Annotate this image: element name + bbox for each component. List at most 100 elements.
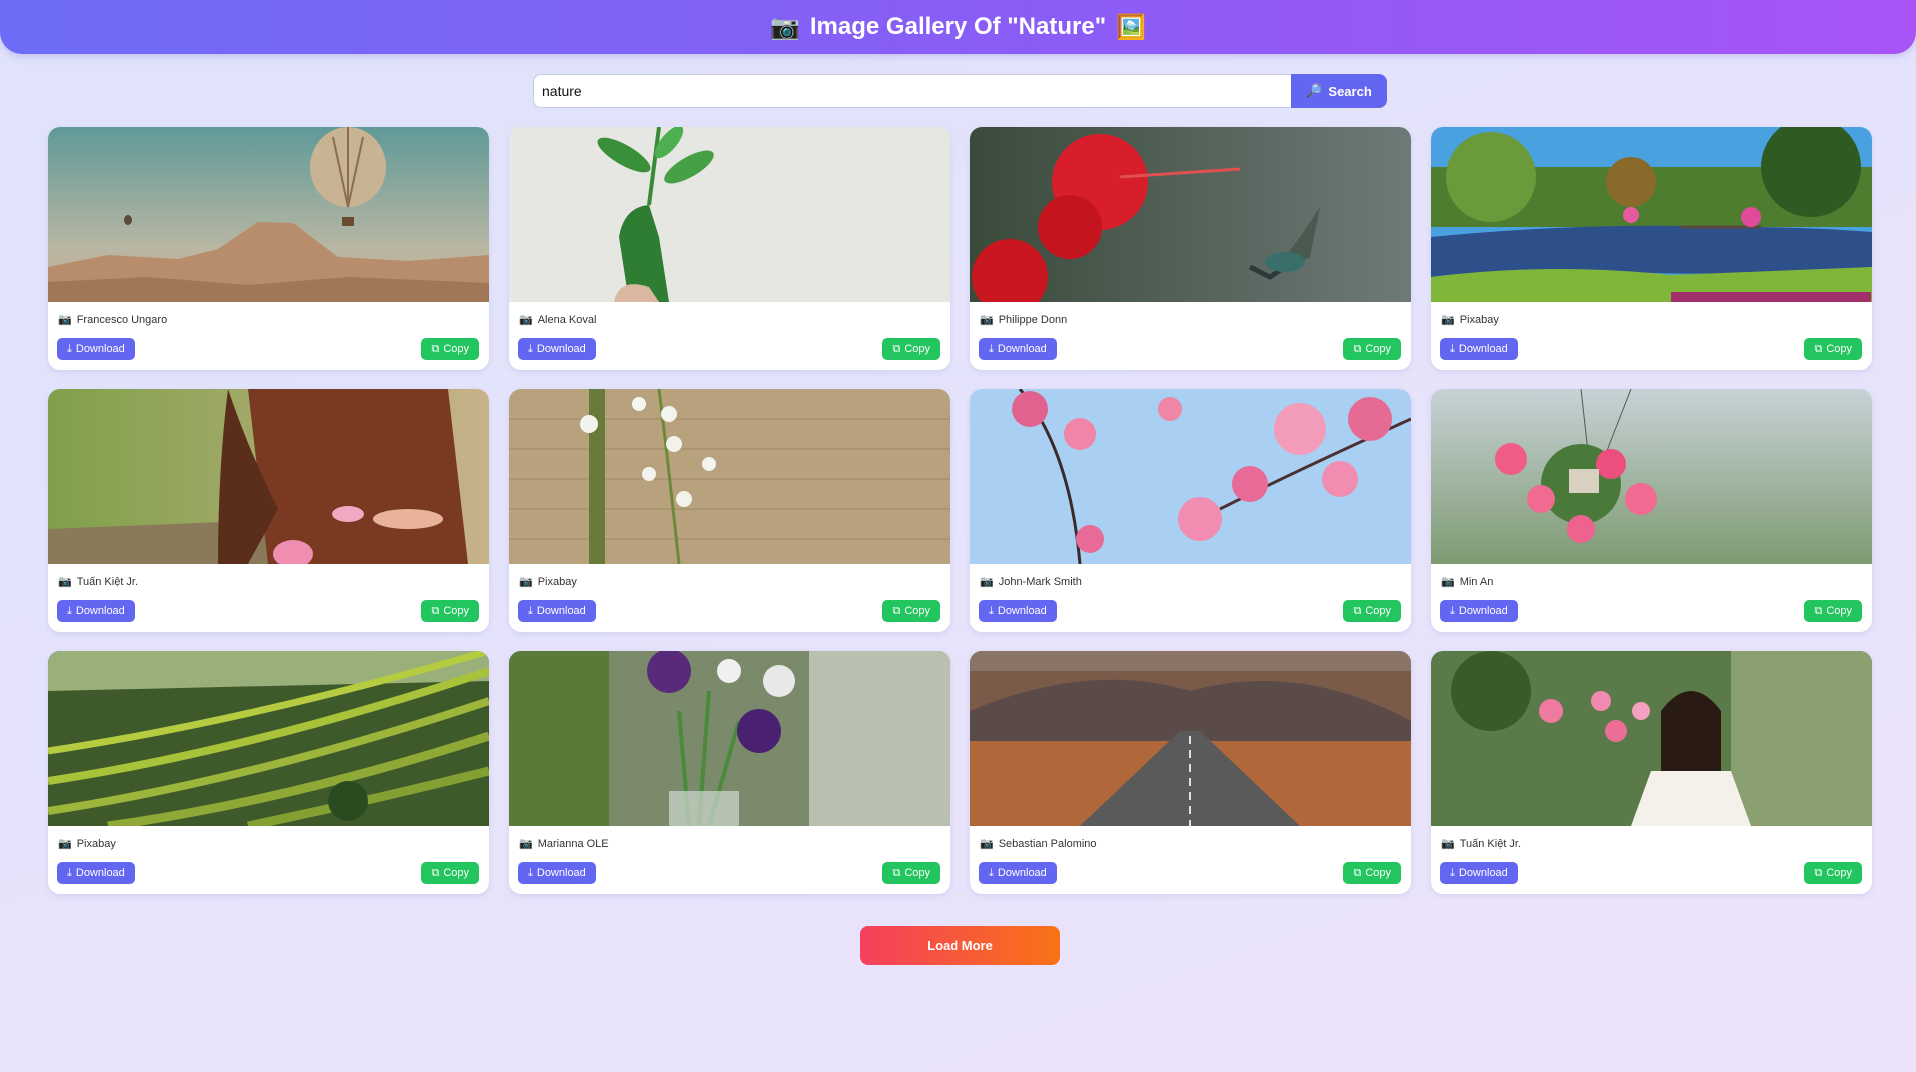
copy-button[interactable]: ⧉ Copy [1343,862,1401,884]
load-more-button[interactable]: Load More [860,926,1060,965]
download-icon: ⤓ [528,604,533,617]
download-label: Download [536,343,586,355]
camera-icon: 📷 [58,314,72,326]
photo-credit: 📷 Pixabay [1441,313,1499,327]
download-button[interactable]: ⤓ Download [979,862,1057,884]
image-card: 📷 Tuấn Kiệt Jr. ⤓ Download ⧉ Copy [48,389,489,632]
photo-cherry-blossoms [970,389,1411,564]
camera-icon: 📷 [519,314,533,326]
copy-icon: ⧉ [431,342,440,355]
image-card: 📷 Philippe Donn ⤓ Download ⧉ Copy [970,127,1411,370]
copy-icon: ⧉ [892,342,901,355]
download-label: Download [75,867,125,879]
download-button[interactable]: ⤓ Download [57,338,135,360]
download-button[interactable]: ⤓ Download [57,862,135,884]
copy-label: Copy [1365,343,1391,355]
author-name: Pixabay [1459,313,1499,326]
copy-label: Copy [443,343,469,355]
download-label: Download [1458,867,1508,879]
download-button[interactable]: ⤓ Download [979,600,1057,622]
author-name: Pixabay [76,837,116,850]
copy-label: Copy [1826,343,1852,355]
photo-credit: 📷 John-Mark Smith [980,575,1082,589]
photo-hummingbird-hibiscus [970,127,1411,302]
download-icon: ⤓ [1450,866,1455,879]
author-name: Marianna OLE [537,837,609,850]
download-icon: ⤓ [67,866,72,879]
author-name: Alena Koval [537,313,597,326]
download-label: Download [536,605,586,617]
copy-icon: ⧉ [892,866,901,879]
search-bar: 🔎 Search [533,74,1387,108]
copy-label: Copy [904,867,930,879]
download-button[interactable]: ⤓ Download [1440,600,1518,622]
photo-desert-road [970,651,1411,826]
photo-hanging-flower-pot [1431,389,1872,564]
search-button-label: Search [1328,83,1372,99]
camera-icon: 📷 [1441,838,1455,850]
copy-button[interactable]: ⧉ Copy [882,338,940,360]
image-card: 📷 Pixabay ⤓ Download ⧉ Copy [509,389,950,632]
author-name: Min An [1459,575,1494,588]
download-icon: ⤓ [528,866,533,879]
copy-label: Copy [443,605,469,617]
photo-hand-holding-plant [509,127,950,302]
download-icon: ⤓ [989,342,994,355]
author-name: Philippe Donn [998,313,1068,326]
camera-icon: 📷 [519,576,533,588]
image-card: 📷 Min An ⤓ Download ⧉ Copy [1431,389,1872,632]
copy-label: Copy [904,605,930,617]
copy-button[interactable]: ⧉ Copy [1343,338,1401,360]
copy-button[interactable]: ⧉ Copy [1804,338,1862,360]
author-name: Francesco Ungaro [76,313,168,326]
copy-button[interactable]: ⧉ Copy [1804,600,1862,622]
download-label: Download [536,867,586,879]
photo-woman-blossoms [1431,651,1872,826]
photo-credit: 📷 Sebastian Palomino [980,837,1097,851]
copy-label: Copy [1365,605,1391,617]
download-button[interactable]: ⤓ Download [1440,862,1518,884]
search-button[interactable]: 🔎 Search [1291,74,1387,108]
download-button[interactable]: ⤓ Download [518,862,596,884]
download-button[interactable]: ⤓ Download [57,600,135,622]
photo-lily-of-the-valley [509,389,950,564]
copy-button[interactable]: ⧉ Copy [421,600,479,622]
camera-icon: 📷 [519,838,533,850]
search-input[interactable] [533,74,1291,108]
copy-button[interactable]: ⧉ Copy [421,338,479,360]
author-name: John-Mark Smith [998,575,1082,588]
download-icon: ⤓ [989,866,994,879]
camera-icon: 📷 [980,838,994,850]
copy-icon: ⧉ [431,866,440,879]
download-label: Download [997,867,1047,879]
download-icon: ⤓ [67,604,72,617]
copy-label: Copy [443,867,469,879]
camera-icon: 📷 [770,13,800,41]
download-button[interactable]: ⤓ Download [1440,338,1518,360]
image-card: 📷 Pixabay ⤓ Download ⧉ Copy [48,651,489,894]
copy-button[interactable]: ⧉ Copy [421,862,479,884]
copy-label: Copy [1365,867,1391,879]
photo-credit: 📷 Alena Koval [519,313,597,327]
download-button[interactable]: ⤓ Download [518,600,596,622]
copy-button[interactable]: ⧉ Copy [882,862,940,884]
photo-credit: 📷 Pixabay [58,837,116,851]
copy-icon: ⧉ [1814,866,1823,879]
copy-label: Copy [904,343,930,355]
image-card: 📷 Sebastian Palomino ⤓ Download ⧉ Copy [970,651,1411,894]
photo-credit: 📷 Pixabay [519,575,577,589]
photo-woman-lotus [48,389,489,564]
author-name: Sebastian Palomino [998,837,1097,850]
download-icon: ⤓ [67,342,72,355]
download-button[interactable]: ⤓ Download [979,338,1057,360]
page-header: 📷 Image Gallery Of "Nature" 🖼️ [0,0,1916,54]
copy-button[interactable]: ⧉ Copy [882,600,940,622]
magnifier-icon: 🔎 [1306,83,1323,98]
download-button[interactable]: ⤓ Download [518,338,596,360]
author-name: Tuấn Kiệt Jr. [1459,837,1522,850]
copy-button[interactable]: ⧉ Copy [1343,600,1401,622]
copy-button[interactable]: ⧉ Copy [1804,862,1862,884]
download-icon: ⤓ [1450,604,1455,617]
copy-icon: ⧉ [1353,604,1362,617]
photo-credit: 📷 Francesco Ungaro [58,313,168,327]
